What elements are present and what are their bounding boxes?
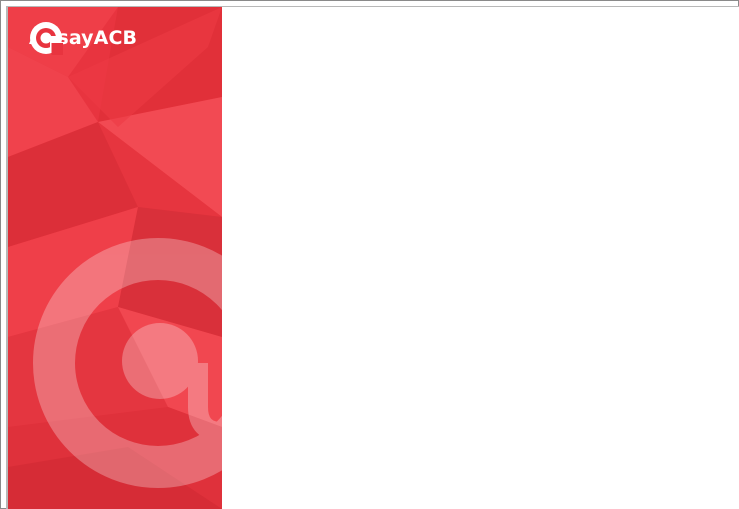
polygon-background: [8, 7, 222, 509]
main-content-area: [222, 7, 739, 509]
brand-logo: AhsayACB: [29, 21, 137, 55]
ahsay-at-logo-icon: [30, 22, 63, 55]
brand-side-panel: AhsayACB: [8, 7, 222, 509]
